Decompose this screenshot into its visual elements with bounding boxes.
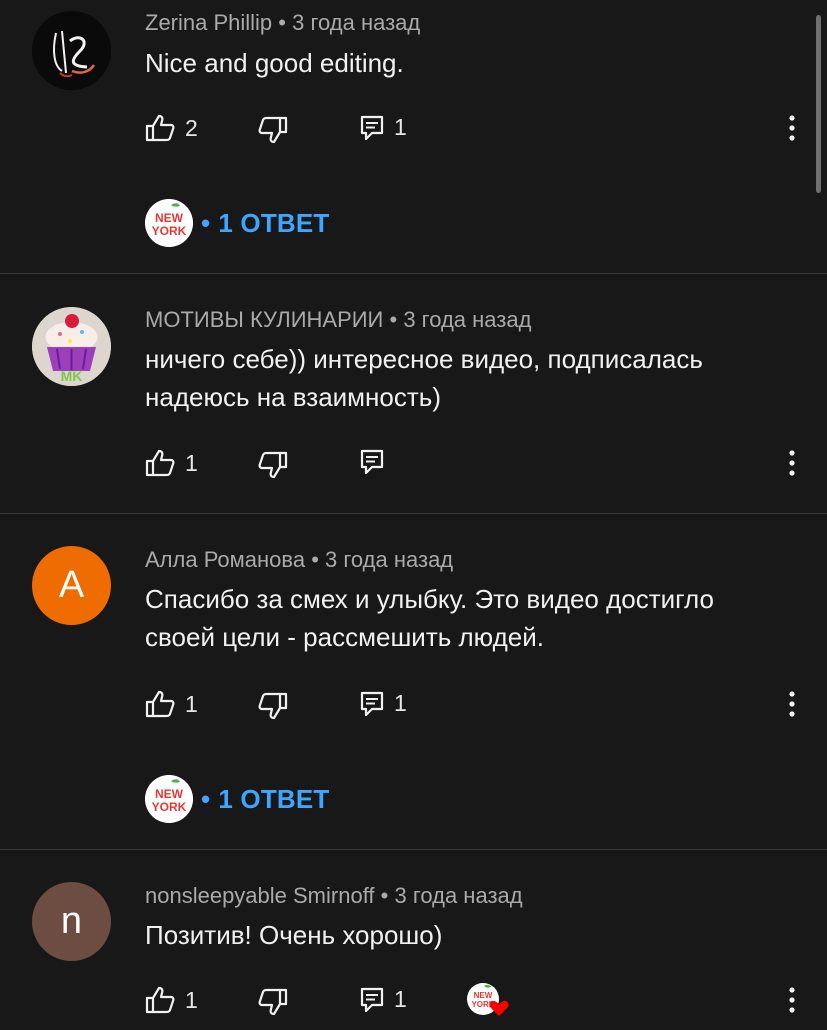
like-button[interactable]: 1	[145, 690, 198, 718]
reply-count: 1	[394, 986, 407, 1012]
avatar[interactable]: n	[32, 882, 111, 961]
more-options-button[interactable]	[782, 684, 802, 724]
author-name[interactable]: Алла Романова	[145, 547, 305, 572]
more-icon	[789, 450, 795, 476]
comment-text-line: Позитив! Очень хорошо)	[145, 920, 443, 950]
dislike-icon	[258, 988, 288, 1016]
reply-icon	[360, 691, 384, 716]
more-icon	[789, 691, 795, 717]
separator-dot: •	[278, 10, 286, 35]
like-count: 1	[185, 449, 198, 476]
reply-icon	[360, 987, 384, 1012]
dislike-button[interactable]	[258, 988, 288, 1016]
like-icon	[145, 114, 175, 142]
comment-time[interactable]: 3 года назад	[403, 307, 531, 332]
like-icon	[145, 986, 175, 1014]
reply-count: 1	[394, 114, 407, 140]
reply-button[interactable]: 1	[360, 986, 407, 1013]
like-icon	[145, 690, 175, 718]
reply-button[interactable]: 1	[360, 690, 407, 717]
like-count: 2	[185, 114, 198, 141]
like-count: 1	[185, 986, 198, 1013]
reply-button[interactable]: 1	[360, 114, 407, 141]
new-york-logo: NEW YORK	[145, 775, 193, 823]
comment-meta: Zerina Phillip • 3 года назад	[145, 10, 420, 36]
separator-dot: •	[380, 883, 389, 908]
separator-dot: •	[311, 547, 319, 572]
comment-time[interactable]: 3 года назад	[394, 883, 522, 908]
separator-dot: •	[201, 207, 211, 238]
dislike-icon	[258, 451, 288, 479]
more-options-button[interactable]	[782, 443, 802, 483]
comment-text: Позитив! Очень хорошо)	[145, 916, 795, 954]
more-icon	[789, 115, 795, 141]
comment-meta: МОТИВЫ КУЛИНАРИИ • 3 года назад	[145, 307, 531, 333]
replies-toggle[interactable]: NEW YORK • 1 ОТВЕТ	[145, 199, 330, 247]
like-button[interactable]: 1	[145, 986, 198, 1014]
replies-label[interactable]: 1 ОТВЕТ	[218, 208, 329, 239]
author-name[interactable]: МОТИВЫ КУЛИНАРИИ	[145, 307, 383, 332]
author-name[interactable]: Zerina Phillip	[145, 10, 272, 35]
separator-dot: •	[389, 307, 398, 332]
new-york-logo: NEW YORK	[145, 199, 193, 247]
svg-text:NEW: NEW	[155, 211, 184, 225]
reply-count: 1	[394, 690, 407, 716]
dislike-icon	[258, 116, 288, 144]
comment-time[interactable]: 3 года назад	[292, 10, 420, 35]
divider	[0, 513, 827, 514]
dislike-button[interactable]	[258, 116, 288, 144]
replies-label[interactable]: 1 ОТВЕТ	[218, 784, 329, 815]
comment-actions: 1 1 NEW YORK	[0, 980, 827, 1020]
comment-text: Nice and good editing.	[145, 44, 795, 82]
divider	[0, 273, 827, 274]
svg-text:YORK: YORK	[152, 224, 187, 238]
avatar-letter: A	[58, 564, 85, 606]
comment-meta: Алла Романова • 3 года назад	[145, 547, 453, 573]
comment-text-line: Спасибо за смех и улыбку. Это видео дост…	[145, 584, 714, 614]
svg-text:NEW: NEW	[155, 787, 184, 801]
reply-icon	[360, 449, 384, 475]
comment-time[interactable]: 3 года назад	[325, 547, 453, 572]
avatar[interactable]: MK	[32, 307, 111, 386]
separator-dot: •	[201, 783, 211, 814]
like-button[interactable]: 1	[145, 449, 198, 477]
scrollbar[interactable]	[816, 15, 821, 193]
comment-actions: 1 1	[0, 684, 827, 724]
dislike-icon	[258, 692, 288, 720]
reply-icon	[360, 115, 384, 140]
more-options-button[interactable]	[782, 108, 802, 148]
avatar-logo-image	[32, 11, 111, 90]
reply-avatar: NEW YORK	[145, 199, 193, 247]
avatar[interactable]: A	[32, 546, 111, 625]
like-icon	[145, 449, 175, 477]
reply-avatar: NEW YORK	[145, 775, 193, 823]
more-options-button[interactable]	[782, 980, 802, 1020]
svg-text:YORK: YORK	[152, 800, 187, 814]
comment-text: ничего себе)) интересное видео, подписал…	[145, 340, 795, 416]
dislike-button[interactable]	[258, 692, 288, 720]
comment-text-line: ничего себе)) интересное видео, подписал…	[145, 344, 703, 374]
avatar[interactable]	[32, 11, 111, 90]
creator-heart: NEW YORK	[466, 982, 510, 1018]
svg-text:MK: MK	[61, 368, 83, 384]
author-name[interactable]: nonsleepyable Smirnoff	[145, 883, 375, 908]
avatar-letter: n	[60, 900, 83, 942]
reply-button[interactable]	[360, 449, 384, 475]
comment-meta: nonsleepyable Smirnoff • 3 года назад	[145, 883, 523, 909]
like-button[interactable]: 2	[145, 114, 198, 142]
comment-text: Спасибо за смех и улыбку. Это видео дост…	[145, 580, 795, 656]
like-count: 1	[185, 690, 198, 717]
more-icon	[789, 987, 795, 1013]
dislike-button[interactable]	[258, 451, 288, 479]
replies-toggle[interactable]: NEW YORK • 1 ОТВЕТ	[145, 775, 330, 823]
comment-text-line: надеюсь на взаимность)	[145, 382, 441, 412]
comment-text-line: своей цели - рассмешить людей.	[145, 622, 544, 652]
heart-icon: NEW YORK	[467, 983, 509, 1016]
comment-text-line: Nice and good editing.	[145, 48, 404, 78]
divider	[0, 849, 827, 850]
svg-text:NEW: NEW	[474, 991, 493, 1000]
comment-actions: 2 1	[0, 108, 827, 148]
comment-actions: 1	[0, 443, 827, 483]
cupcake-avatar-image: MK	[32, 307, 111, 386]
